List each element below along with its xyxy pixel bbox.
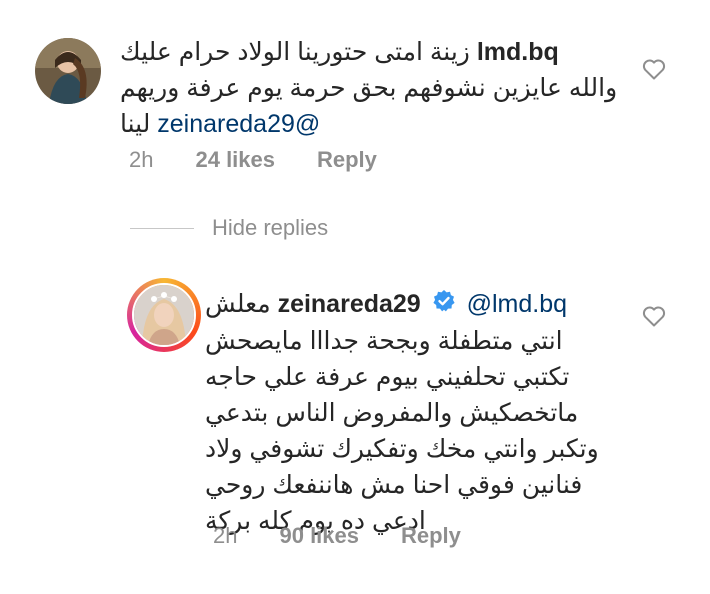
reply-text-line: ماتخصكيش والمفروض الناس بتدعي [205,399,579,428]
mention-link[interactable]: @zeinareda29 [157,110,320,138]
reply-button[interactable]: Reply [317,147,377,173]
divider-line [130,227,194,229]
reply-text-line: فنانين فوقي احنا مش هاننفعك روحي [205,471,583,500]
comment-meta: 2h 24 likes Reply [129,147,377,173]
likes-count[interactable]: 90 likes [279,523,359,549]
comment-username[interactable]: lmd.bq [477,38,559,66]
comment-time: 2h [129,147,154,172]
reply-time: 2h [213,523,238,548]
avatar-image [134,285,194,345]
avatar-story-ring[interactable] [127,278,201,352]
reply-text-line: معلش [205,290,271,318]
comment-text-line: والله عايزين نشوفهم بحق حرمة يوم عرفة ور… [120,74,618,102]
hide-replies-button[interactable]: Hide replies [130,215,328,241]
likes-count[interactable]: 24 likes [195,147,275,173]
avatar-lmd-bq[interactable] [35,38,101,104]
reply-meta: 2h 90 likes Reply [213,523,461,549]
reply-text-line: وتكبر وانتي مخك وتفكيرك تشوفي ولاد [205,435,599,464]
heart-icon[interactable] [642,305,666,332]
comment-body: lmd.bq زينة امتى حتورينا الولاد حرام علي… [120,34,640,142]
verified-badge-icon [432,287,456,323]
avatar-image [35,38,101,104]
comment-text-line: زينة امتى حتورينا الولاد حرام عليك [120,38,470,66]
reply-button[interactable]: Reply [401,523,461,549]
reply-body: zeinareda29 @lmd.bq معلش انتي متطفلة وبج… [205,286,635,539]
mention-link[interactable]: @lmd.bq [467,290,567,318]
reply-text-line: انتي متطفلة وبجحة جدااا مايصحش [205,327,563,356]
avatar-zeinareda29[interactable] [132,283,196,347]
reply-text-line: تكتبي تحلفيني بيوم عرفة علي حاجه [205,363,570,392]
heart-icon[interactable] [642,58,666,85]
reply-username[interactable]: zeinareda29 [278,290,421,318]
comment-text-line: لينا [120,110,151,138]
hide-replies-label: Hide replies [212,215,329,240]
